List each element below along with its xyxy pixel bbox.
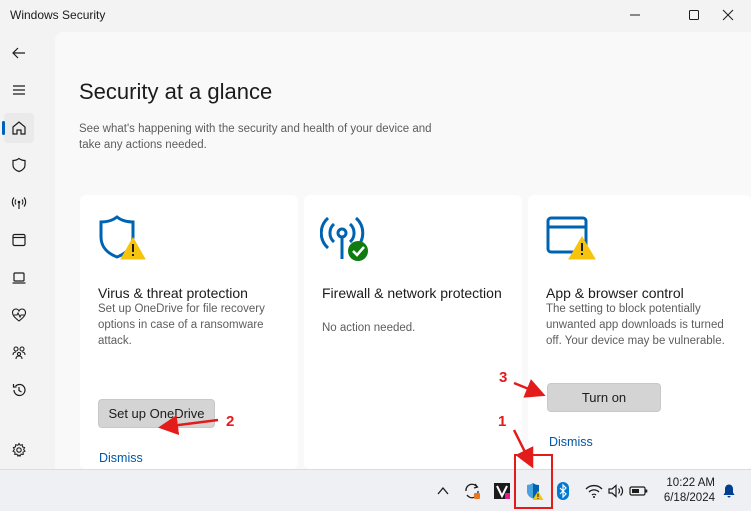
sidebar-item-firewall[interactable] <box>4 188 34 218</box>
app-v-icon <box>494 483 510 499</box>
page-subtitle: See what's happening with the security a… <box>79 123 432 151</box>
maximize-icon <box>689 10 699 20</box>
annotation-number-1: 1 <box>498 413 507 430</box>
bluetooth-tray-button[interactable] <box>552 480 574 502</box>
notifications-button[interactable] <box>718 480 740 502</box>
onedrive-sync-icon <box>465 483 480 499</box>
wifi-icon <box>585 484 603 498</box>
sidebar-item-virus-protection[interactable] <box>4 150 34 180</box>
annotation-highlight-box <box>514 454 553 509</box>
annotation-number-3: 3 <box>499 369 508 386</box>
minimize-button[interactable] <box>612 0 658 30</box>
app-browser-icon <box>12 233 26 247</box>
card-title: Firewall & network protection <box>322 285 502 301</box>
card-description: No action needed. <box>322 322 416 334</box>
history-icon <box>12 383 26 397</box>
shield-icon <box>12 157 26 173</box>
card-description: The setting to block potentially unwante… <box>546 303 725 347</box>
dismiss-link[interactable]: Dismiss <box>549 435 593 449</box>
windows-security-window: Windows Security Security at a glance Se… <box>0 0 751 469</box>
window-title: Windows Security <box>10 8 106 22</box>
hamburger-menu-icon <box>13 85 25 95</box>
card-title: Virus & threat protection <box>98 285 248 301</box>
sidebar-item-family[interactable] <box>4 338 34 368</box>
sidebar-item-device-health[interactable] <box>4 300 34 330</box>
onedrive-sync-tray-button[interactable] <box>461 480 483 502</box>
title-bar: Windows Security <box>0 0 751 32</box>
chevron-up-icon <box>437 486 449 495</box>
show-hidden-icons-button[interactable] <box>432 480 454 502</box>
sidebar-item-app-browser[interactable] <box>4 225 34 255</box>
sidebar-nav <box>0 36 40 469</box>
settings-gear-icon <box>12 442 26 458</box>
close-icon <box>722 9 734 21</box>
taskbar-clock[interactable]: 10:22 AM 6/18/2024 <box>664 476 715 506</box>
app-v-tray-button[interactable] <box>491 480 513 502</box>
shield-warning-icon <box>99 215 146 260</box>
card-firewall-network[interactable]: Firewall & network protection No action … <box>304 195 522 469</box>
minimize-icon <box>630 14 640 16</box>
sidebar-item-home[interactable] <box>2 113 34 143</box>
family-icon <box>12 346 26 360</box>
main-content: Security at a glance See what's happenin… <box>55 32 751 469</box>
health-heart-icon <box>11 308 27 322</box>
clock-time: 10:22 AM <box>666 477 715 489</box>
back-button[interactable] <box>4 38 34 68</box>
card-virus-threat-protection[interactable]: Virus & threat protection Set up OneDriv… <box>80 195 298 469</box>
sidebar-item-settings[interactable] <box>4 435 34 465</box>
browser-window-warning-icon <box>546 216 596 260</box>
card-title: App & browser control <box>546 285 684 301</box>
sidebar-item-history[interactable] <box>4 375 34 405</box>
bluetooth-icon <box>557 482 569 500</box>
antenna-check-icon <box>320 216 368 261</box>
close-button[interactable] <box>705 0 751 30</box>
device-laptop-icon <box>12 272 26 284</box>
back-arrow-icon <box>12 47 25 59</box>
sidebar-item-device-security[interactable] <box>4 263 34 293</box>
clock-date: 6/18/2024 <box>663 492 715 504</box>
dismiss-link[interactable]: Dismiss <box>99 451 143 465</box>
annotation-number-2: 2 <box>226 413 235 430</box>
network-antenna-icon <box>11 197 27 209</box>
notification-bell-icon <box>723 484 735 498</box>
volume-tray-button[interactable] <box>605 480 627 502</box>
volume-icon <box>608 484 624 498</box>
menu-button[interactable] <box>4 75 34 105</box>
card-app-browser-control[interactable]: App & browser control The setting to blo… <box>528 195 751 469</box>
network-tray-button[interactable] <box>583 480 605 502</box>
turn-on-button[interactable]: Turn on <box>547 383 661 412</box>
home-icon <box>12 121 26 135</box>
taskbar: 10:22 AM 6/18/2024 <box>0 469 751 511</box>
set-up-onedrive-button[interactable]: Set up OneDrive <box>98 399 215 428</box>
battery-tray-button[interactable] <box>628 480 650 502</box>
page-title: Security at a glance <box>79 79 273 104</box>
battery-icon <box>629 486 648 496</box>
card-description: Set up OneDrive for file recovery option… <box>98 303 265 347</box>
